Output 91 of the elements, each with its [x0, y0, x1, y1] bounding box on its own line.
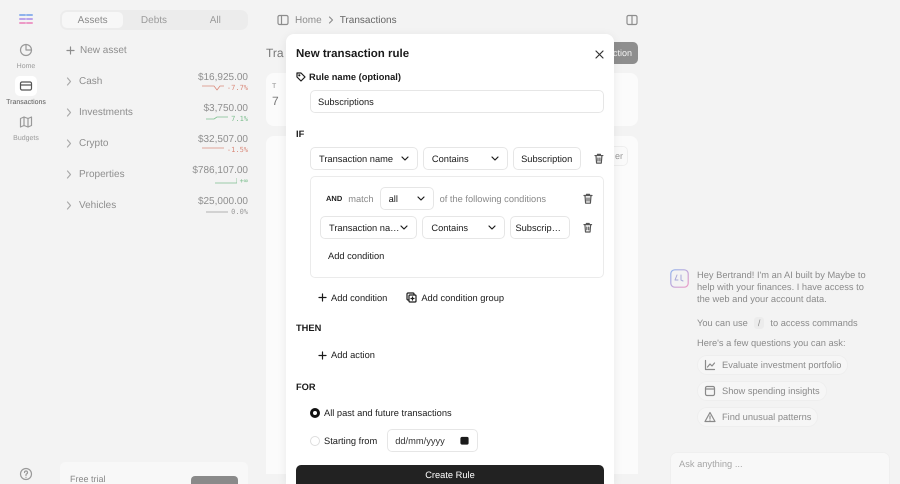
map-icon	[19, 115, 33, 129]
logo-icon	[18, 12, 34, 26]
close-icon	[595, 50, 604, 58]
calendar-icon[interactable]	[460, 436, 470, 445]
rule-name-field[interactable]: Subscriptions	[310, 90, 604, 113]
account-name[interactable]: Investments	[79, 107, 204, 118]
chat-text: Here's a few questions you can ask:	[697, 338, 847, 348]
sidebar-toggle-icon[interactable]	[277, 14, 289, 26]
chevron-down-icon	[400, 225, 408, 230]
trash-icon[interactable]	[583, 193, 593, 204]
dropdown[interactable]: all	[380, 187, 434, 210]
plus-icon	[318, 293, 327, 302]
dialog-title: New transaction rule	[296, 48, 410, 60]
breadcrumb-current: Transactions	[340, 14, 397, 26]
filter-button[interactable]: er	[614, 146, 628, 166]
text-field[interactable]: Subscription	[513, 147, 582, 170]
plus-icon	[318, 350, 327, 360]
warning-icon	[704, 411, 716, 423]
chat-input[interactable]: Ask anything ...	[670, 452, 890, 484]
page-title: Tra	[266, 46, 284, 60]
dropdown[interactable]: Contains	[422, 216, 506, 239]
pie-chart-icon	[19, 43, 33, 57]
trash-icon[interactable]	[583, 222, 593, 233]
sparkline-drawing	[206, 116, 228, 122]
account-name[interactable]: Crypto	[79, 138, 198, 149]
chevron-down-icon	[488, 225, 496, 230]
radio-label: Starting from	[324, 436, 378, 446]
account-value: $3,750.00	[204, 102, 248, 114]
ai-avatar-icon	[670, 269, 689, 288]
account-value: $25,000.00	[198, 196, 248, 206]
help-icon[interactable]	[19, 467, 33, 481]
close-button[interactable]	[595, 50, 604, 58]
add-condition-link[interactable]: Add condition	[318, 292, 388, 303]
trial-title: Free trial	[70, 474, 106, 484]
chevron-right-icon[interactable]	[66, 77, 72, 86]
match-suffix: of the following conditions	[440, 194, 548, 204]
radio-button[interactable]	[310, 408, 320, 418]
text-field[interactable]: Subscrip…	[510, 216, 570, 239]
summary-value: 7	[272, 94, 279, 108]
section-label: IF	[296, 129, 306, 139]
account-value: $16,925.00	[198, 72, 248, 82]
account-name[interactable]: Properties	[79, 169, 192, 180]
chevron-right-icon[interactable]	[66, 108, 72, 117]
add-group-link[interactable]: Add condition group	[406, 292, 504, 303]
chevron-right-icon[interactable]	[66, 201, 72, 210]
chat-text: to access commands	[770, 318, 858, 328]
add-condition-link[interactable]: Add condition	[328, 251, 384, 261]
section-label: FOR	[296, 382, 317, 392]
suggestion-chip[interactable]: Evaluate investment portfolio	[697, 355, 848, 375]
field-label: Rule name (optional)	[309, 72, 401, 82]
tab[interactable]: All	[184, 12, 246, 28]
suggestion-chip[interactable]: Find unusual patterns	[697, 407, 818, 427]
plus-icon	[66, 46, 75, 55]
panel-toggle-icon[interactable]	[626, 14, 638, 26]
section-label: THEN	[296, 323, 322, 333]
dropdown[interactable]: Transaction name	[310, 147, 418, 170]
match-label: match	[348, 194, 374, 204]
chevron-down-icon	[491, 156, 500, 161]
account-value: $32,507.00	[198, 134, 248, 144]
create-rule-button[interactable]: Create Rule	[296, 465, 604, 484]
chevron-right-icon[interactable]	[66, 139, 72, 148]
radio-label: All past and future transactions	[324, 408, 452, 418]
keyboard-key: /	[754, 317, 764, 329]
chat-message: Hey Bertrand! I'm an AI built by Maybe to help with your finances. I have access to the web and your account data.	[697, 269, 867, 305]
credit-card-icon	[19, 79, 33, 93]
sparkline-drawing	[206, 208, 228, 214]
suggestion-chip[interactable]: Show spending insights	[697, 381, 827, 401]
tag-icon	[296, 72, 306, 82]
chevron-right-icon	[328, 16, 334, 24]
window-icon	[704, 385, 716, 397]
chat-text: You can use	[697, 318, 748, 328]
chart-icon	[704, 359, 716, 371]
add-group-icon	[406, 292, 418, 303]
tab[interactable]: Debts	[123, 12, 185, 28]
dropdown[interactable]: Contains	[422, 147, 508, 170]
chevron-down-icon	[400, 156, 409, 161]
upgrade-button[interactable]	[191, 476, 238, 484]
new-asset-button[interactable]: New asset	[66, 45, 127, 56]
account-name[interactable]: Vehicles	[79, 200, 198, 211]
dropdown[interactable]: Transaction na…	[320, 216, 418, 239]
sparkline-drawing	[202, 84, 224, 90]
sparkline-drawing	[214, 178, 237, 184]
chevron-down-icon	[416, 196, 425, 201]
account-value: $786,107.00	[192, 164, 248, 176]
breadcrumb-link[interactable]: Home	[295, 14, 322, 26]
tab[interactable]: Assets	[62, 12, 124, 28]
trash-icon[interactable]	[594, 153, 604, 164]
account-name[interactable]: Cash	[79, 76, 198, 87]
add-action-link[interactable]: Add action	[318, 350, 375, 360]
date-field[interactable]: dd/mm/yyyy	[387, 429, 478, 452]
chevron-right-icon[interactable]	[66, 170, 72, 179]
